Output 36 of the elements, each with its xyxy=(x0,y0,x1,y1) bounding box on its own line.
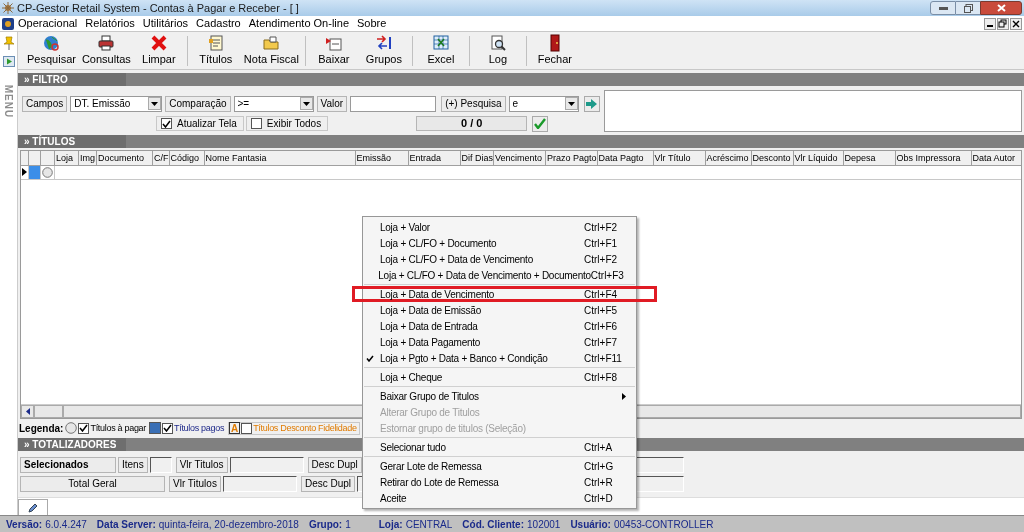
section-title: » TÍTULOS xyxy=(18,134,126,148)
letter-badge: A xyxy=(229,422,241,435)
status-label: Usuário: xyxy=(570,517,611,532)
window-title: CP-Gestor Retail System - Contas à Pagar e Receber - [ ] xyxy=(17,0,300,16)
shortcut-label: Ctrl+R xyxy=(584,475,614,490)
shortcut-label: Ctrl+F2 xyxy=(584,220,619,235)
legend-label: Legenda: xyxy=(19,421,64,436)
status-label: Cód. Cliente: xyxy=(462,517,524,532)
status-value: quinta-feira, 20-dezembro-2018 xyxy=(158,517,299,532)
status-label: Grupo: xyxy=(308,517,343,532)
shortcut-label: Ctrl+G xyxy=(584,459,615,474)
shortcut-label: Ctrl+F11 xyxy=(584,351,623,366)
status-label: Loja: xyxy=(378,517,403,532)
status-value: 1 xyxy=(345,517,351,532)
legend-item-label: Títulos à pagar xyxy=(90,421,146,435)
status-value: CENTRAL xyxy=(405,517,453,532)
status-value: 6.0.4.247 xyxy=(45,517,87,532)
shortcut-label: Ctrl+F2 xyxy=(584,252,619,267)
section-title: » TOTALIZADORES xyxy=(18,438,126,452)
shortcut-label: Ctrl+F3 xyxy=(590,268,625,283)
shortcut-label: Ctrl+F4 xyxy=(584,287,619,302)
shortcut-label: Ctrl+F8 xyxy=(584,370,619,385)
legend-item-label: Títulos Desconto Fidelidade xyxy=(253,421,357,435)
shortcut-label: Ctrl+F7 xyxy=(584,335,619,350)
section-title: » FILTRO xyxy=(18,72,126,86)
shortcut-label: Ctrl+D xyxy=(584,491,614,506)
record-counter: 0 / 0 xyxy=(416,116,528,132)
shortcut-label: Ctrl+A xyxy=(584,440,614,455)
status-value: 00453-CONTROLLER xyxy=(613,517,714,532)
status-value: 102001 xyxy=(527,517,561,532)
shortcut-label: Ctrl+F1 xyxy=(584,236,619,251)
shortcut-label: Ctrl+F5 xyxy=(584,303,619,318)
status-label: Versão: xyxy=(6,517,43,532)
shortcut-label: Ctrl+F6 xyxy=(584,319,619,334)
status-label: Data Server: xyxy=(96,517,156,532)
legend-item-label: Títulos pagos xyxy=(174,421,225,435)
